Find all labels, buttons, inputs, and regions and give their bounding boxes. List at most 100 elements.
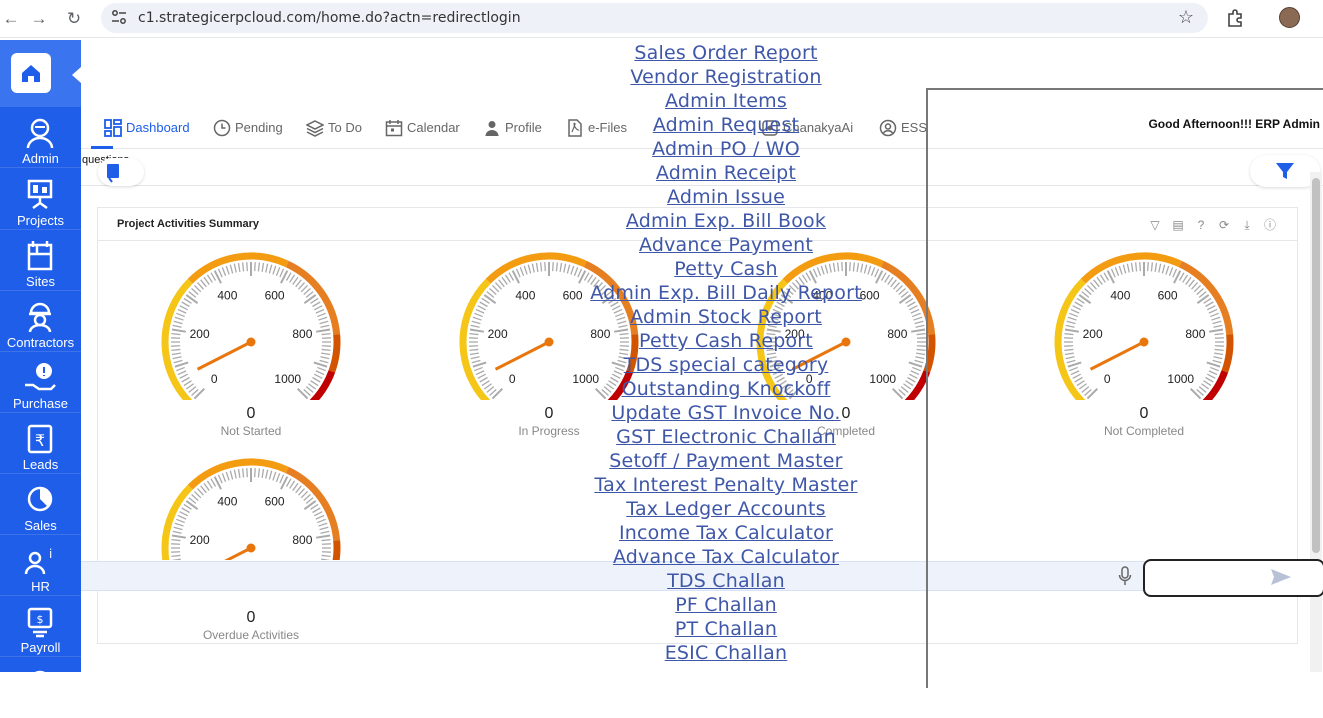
menu-link[interactable]: Admin Items — [526, 89, 926, 113]
gauge-tick — [319, 317, 328, 320]
gauge-tick — [320, 527, 329, 529]
menu-link[interactable]: Setoff / Payment Master — [526, 449, 926, 473]
gauge-tick — [322, 334, 331, 335]
menu-link[interactable]: Outstanding Knockoff — [526, 377, 926, 401]
gauge-tick — [312, 302, 320, 307]
back-icon[interactable]: ← — [0, 8, 22, 30]
gauge-tick — [316, 309, 324, 313]
menu-link[interactable]: Admin Stock Report — [526, 305, 926, 329]
svg-text:₹: ₹ — [35, 431, 45, 450]
home-section — [0, 40, 81, 107]
gauge-tick — [201, 486, 207, 493]
sidebar-item-sales[interactable]: Sales — [0, 474, 81, 535]
menu-link[interactable]: Sales Order Report — [526, 41, 926, 65]
gauge-tick — [320, 357, 329, 359]
gauge-tick — [280, 475, 284, 483]
bookmark-star-icon[interactable]: ☆ — [1178, 7, 1194, 28]
gauge-tick — [173, 357, 182, 359]
gauge-tick — [178, 371, 186, 375]
menu-link[interactable]: Admin Exp. Bill Book — [526, 209, 926, 233]
gauge-tick — [322, 540, 331, 541]
gauge-tick — [172, 535, 186, 537]
menu-link[interactable]: PF Challan — [526, 593, 926, 617]
home-button[interactable] — [11, 53, 51, 93]
gauge-tick — [470, 329, 484, 331]
menu-link[interactable]: Petty Cash — [526, 257, 926, 281]
menu-link[interactable]: Vendor Registration — [526, 65, 926, 89]
gauge-tick — [182, 302, 190, 307]
gauge-tick — [299, 283, 305, 290]
gauge-tick — [211, 273, 216, 281]
gauge-tick — [230, 265, 232, 274]
menu-link[interactable]: Admin Exp. Bill Daily Report — [526, 281, 926, 305]
sidebar-item-label: Payroll — [0, 640, 81, 655]
gauge-tick — [312, 508, 320, 513]
gauge-value: 0 — [151, 405, 351, 423]
sidebar-item-more[interactable] — [0, 657, 81, 718]
sites-icon — [19, 239, 61, 273]
gauge-tick — [474, 367, 482, 370]
edit-button[interactable] — [98, 158, 144, 186]
gauge-tick — [176, 313, 184, 316]
menu-link[interactable]: Advance Payment — [526, 233, 926, 257]
svg-text:$: $ — [37, 613, 44, 626]
menu-link[interactable]: Update GST Invoice No. — [526, 401, 926, 425]
profile-avatar[interactable] — [1279, 7, 1300, 28]
menu-link[interactable]: GST Electronic Challan — [526, 425, 926, 449]
menu-link[interactable]: Petty Cash Report — [526, 329, 926, 353]
gauge-tick — [296, 486, 302, 493]
admin-menu-links: Sales Order ReportVendor RegistrationAdm… — [526, 41, 926, 665]
sidebar-item-payroll[interactable]: $ Payroll — [0, 596, 81, 657]
gauge-tick — [266, 264, 268, 273]
gauge-tick — [308, 384, 315, 389]
sidebar-item-leads[interactable]: ₹ Leads — [0, 413, 81, 474]
menu-link[interactable]: PT Challan — [526, 617, 926, 641]
dropdown-panel-border — [926, 88, 1323, 688]
sidebar-item-purchase[interactable]: Purchase — [0, 352, 81, 413]
menu-link[interactable]: Admin PO / WO — [526, 137, 926, 161]
address-bar[interactable]: c1.strategicerpcloud.com/home.do?actn=re… — [101, 3, 1208, 33]
calendar-icon — [385, 119, 403, 137]
menu-link[interactable]: Admin Request — [526, 113, 926, 137]
gauge-tick — [298, 389, 308, 399]
gauge-tick — [266, 470, 268, 479]
menu-link[interactable]: Income Tax Calculator — [526, 521, 926, 545]
gauge-tick — [230, 471, 232, 480]
menu-link[interactable]: Tax Interest Penalty Master — [526, 473, 926, 497]
gauge-tick — [293, 483, 298, 490]
gauge-tick — [319, 523, 328, 526]
gauge-tick-label: 0 — [211, 372, 218, 386]
gauge-tick — [317, 519, 325, 522]
gauge-tick — [184, 504, 192, 509]
sidebar-item-contractors[interactable]: Contractors — [0, 291, 81, 352]
gauge-tick-label: 200 — [190, 533, 210, 547]
sidebar-item-projects[interactable]: Projects — [0, 169, 81, 230]
sidebar-item-sites[interactable]: Sites — [0, 230, 81, 291]
gauge-tick — [175, 317, 184, 320]
menu-link[interactable]: ESIC Challan — [526, 641, 926, 665]
url-text[interactable]: c1.strategicerpcloud.com/home.do?actn=re… — [138, 10, 521, 26]
menu-link[interactable]: TDS special category — [526, 353, 926, 377]
extensions-icon[interactable] — [1225, 8, 1245, 28]
gauge-tick — [312, 378, 320, 383]
gauge-tick — [226, 472, 229, 481]
menu-link[interactable]: Advance Tax Calculator — [526, 545, 926, 569]
menu-link[interactable]: TDS Challan — [526, 569, 926, 593]
gauge-tick — [321, 353, 330, 354]
gauge-tick — [276, 267, 279, 275]
collapse-sidebar-toggle[interactable] — [72, 67, 81, 83]
menu-link[interactable]: Tax Ledger Accounts — [526, 497, 926, 521]
site-info-icon[interactable] — [111, 9, 127, 25]
menu-link[interactable]: Admin Receipt — [526, 161, 926, 185]
gauge-tick-label: 200 — [190, 327, 210, 341]
gauge-tick — [484, 384, 491, 389]
sidebar-item-admin[interactable]: Admin — [0, 107, 81, 168]
menu-link[interactable]: Admin Issue — [526, 185, 926, 209]
sidebar-item-hr[interactable]: i HR — [0, 535, 81, 596]
forward-icon[interactable]: → — [28, 8, 50, 30]
gauge-tick — [176, 519, 184, 522]
gauge-tick — [172, 353, 181, 354]
reload-icon[interactable]: ↻ — [63, 8, 85, 30]
gauge-tick — [218, 475, 222, 483]
gauge-tick — [173, 531, 182, 533]
